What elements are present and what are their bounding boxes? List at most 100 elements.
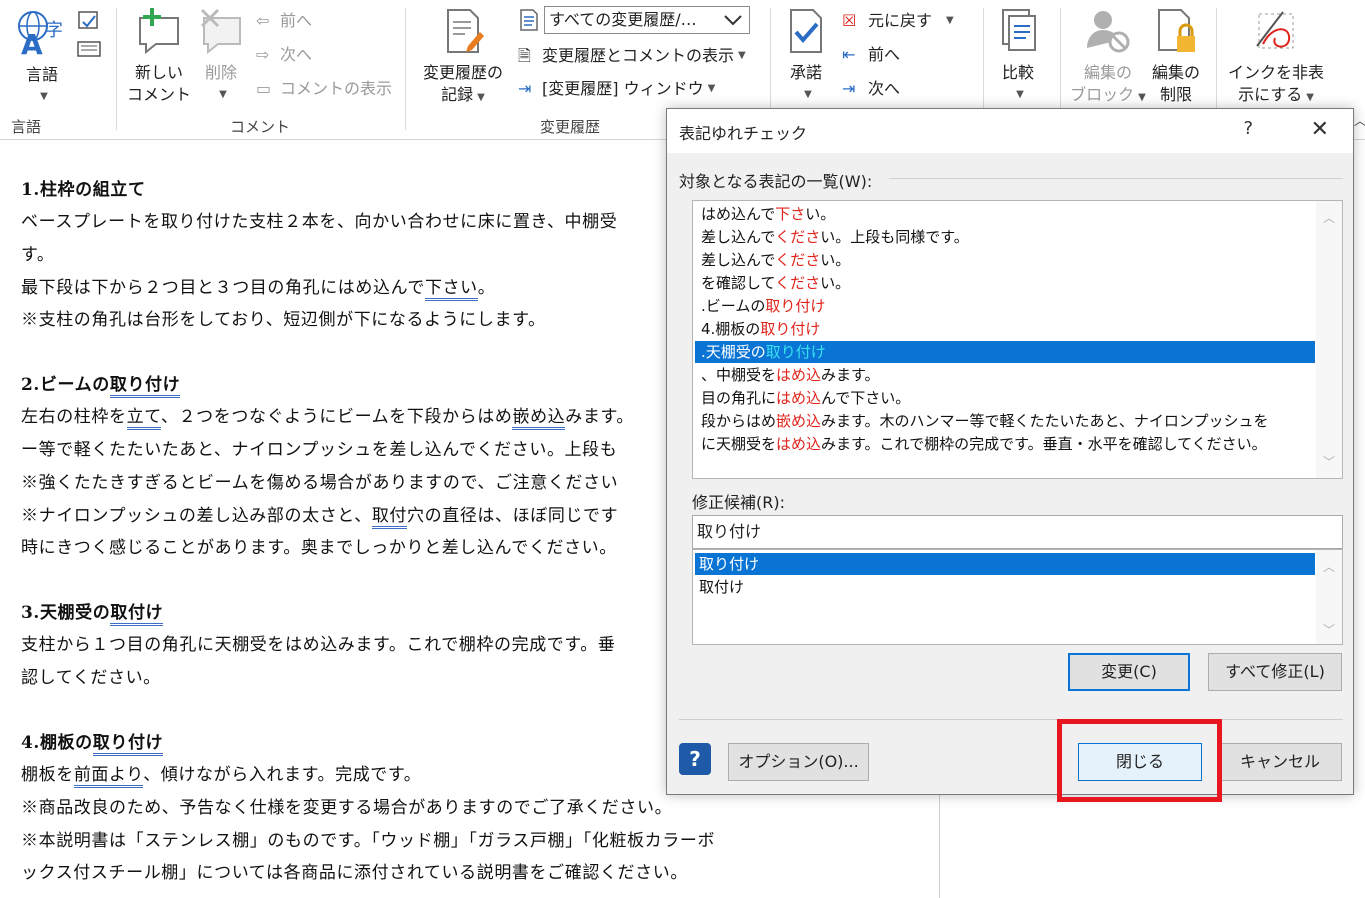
list-item[interactable]: を確認してください。 — [695, 272, 850, 294]
list-item[interactable]: に天棚受をはめ込みます。これで棚枠の完成です。垂直・水平を確認してください。 — [695, 433, 1267, 455]
prev-comment-button[interactable]: ⇦ 前へ — [256, 8, 312, 34]
reject-button[interactable]: ☒ 元に戻す ▼ — [842, 8, 954, 34]
list-item[interactable]: 目の角孔にはめ込んで下さい。 — [695, 387, 910, 409]
list-item-variant: 嵌め込 — [776, 412, 822, 430]
cancel-button[interactable]: キャンセル — [1218, 743, 1342, 781]
list-item[interactable]: 段からはめ嵌め込みます。木のハンマー等で軽くたたいたあと、ナイロンプッシュを — [695, 410, 1269, 432]
next-comment-button[interactable]: ⇨ 次へ — [256, 42, 312, 68]
accept-button[interactable]: 承諾 ▼ — [776, 6, 836, 106]
prev-change-icon: ⇤ — [842, 45, 856, 64]
variant-list[interactable]: はめ込んで下さい。 差し込んでください。上段も同様です。 差し込んでください。 を確認… — [692, 200, 1343, 479]
list-item-text: い。 — [820, 274, 851, 292]
new-comment-label-1: 新しい — [134, 63, 183, 82]
language-icon: A 字 — [18, 11, 63, 61]
prev-change-label: 前へ — [868, 45, 901, 64]
delete-comment-button[interactable]: 削除 ▼ — [192, 6, 250, 106]
scroll-up-icon[interactable]: ︿ — [1323, 209, 1335, 226]
dialog-title: 表記ゆれチェック — [679, 124, 808, 143]
prev-change-button[interactable]: ⇤ 前へ — [842, 42, 900, 68]
flagged-word[interactable]: 立て — [126, 407, 161, 430]
list-item[interactable]: 取付け — [695, 576, 744, 598]
paragraph: ー等で軽くたたいたあと、ナイロンプッシュを差し込んでください。上段も — [21, 440, 618, 460]
accept-icon — [790, 9, 822, 53]
paragraph: 最下段は下から２つ目と３つ目の角孔にはめ込んで下さい。 — [21, 273, 495, 301]
markup-view-icon — [520, 9, 538, 31]
block-authors-button[interactable]: 編集の ブロック ▼ — [1068, 6, 1148, 109]
flagged-word[interactable]: 取り付け — [92, 733, 164, 756]
reviewing-pane-button[interactable]: ⇥ [変更履歴] ウィンドウ ▼ — [518, 76, 715, 102]
block-authors-label-1: 編集の — [1083, 63, 1132, 82]
list-item-text: 4.棚板の — [701, 320, 761, 338]
hide-ink-button[interactable]: インクを非表 示にする ▼ — [1224, 6, 1328, 109]
next-change-label: 次へ — [868, 79, 901, 98]
show-comments-label: コメントの表示 — [280, 79, 393, 98]
block-authors-label-2: ブロック — [1070, 85, 1135, 104]
next-comment-label: 次へ — [280, 45, 313, 64]
close-icon[interactable]: ✕ — [1311, 117, 1329, 142]
candidate-list[interactable]: 取り付け 取付け ︿ ﹀ — [692, 549, 1343, 645]
next-change-icon: ⇥ — [842, 79, 856, 98]
list-item-text: はめ込んで — [701, 205, 776, 223]
flagged-word[interactable]: 嵌め込 — [512, 407, 566, 430]
flagged-word[interactable]: 前面より — [73, 765, 144, 788]
help-icon[interactable]: ? — [1243, 118, 1253, 139]
chevron-down-icon: ▼ — [1138, 92, 1146, 103]
help-icon[interactable]: ? — [679, 743, 711, 775]
delete-comment-label: 削除 — [204, 63, 237, 82]
scrollbar[interactable]: ︿ ﹀ — [1316, 550, 1342, 644]
compare-icon — [1002, 9, 1036, 51]
next-change-button[interactable]: ⇥ 次へ — [842, 76, 900, 102]
list-item[interactable]: .ビームの取り付け — [695, 295, 825, 317]
keyboard-icon[interactable] — [76, 10, 102, 62]
compare-button[interactable]: 比較 ▼ — [990, 6, 1046, 106]
highlight-box — [1057, 719, 1222, 802]
show-markup-button[interactable]: 🗎 変更履歴とコメントの表示 ▼ — [518, 43, 746, 69]
restrict-editing-button[interactable]: 編集の 制限 — [1148, 6, 1204, 106]
list-item-text: を確認して — [701, 274, 776, 292]
delete-comment-icon — [200, 8, 241, 55]
reviewing-pane-icon: ⇥ — [518, 79, 532, 98]
list-item[interactable]: 、中棚受をはめ込みます。 — [695, 364, 880, 386]
show-comments-button[interactable]: ▭ コメントの表示 — [256, 76, 392, 102]
reject-icon: ☒ — [842, 11, 857, 30]
flagged-word[interactable]: 取付け — [110, 603, 164, 626]
flagged-word[interactable]: 取り付け — [109, 375, 181, 398]
flagged-word[interactable]: 取付 — [371, 506, 408, 529]
list-item-text: 差し込んで — [701, 228, 776, 246]
list-item-variant: くださ — [775, 251, 821, 269]
options-button[interactable]: オプション(O)... — [728, 743, 869, 781]
scroll-down-icon[interactable]: ﹀ — [1323, 621, 1335, 638]
paragraph: ※商品改良のため、予告なく仕様を変更する場合がありますのでご了承ください。 — [21, 798, 673, 818]
list-item[interactable]: 差し込んでください。 — [695, 249, 850, 271]
scroll-down-icon[interactable]: ﹀ — [1323, 453, 1335, 470]
group-label-tracking: 変更履歴 — [539, 118, 600, 136]
scroll-up-icon[interactable]: ︿ — [1323, 558, 1335, 575]
list-item-text: 差し込んで — [701, 251, 776, 269]
track-changes-button[interactable]: 変更履歴の 記録 ▼ — [414, 6, 512, 109]
language-button[interactable]: A 字 言語 ▼ — [10, 6, 74, 108]
scrollbar[interactable]: ︿ ﹀ — [1316, 201, 1342, 478]
list-item-variant: はめ込 — [776, 435, 822, 453]
flagged-word[interactable]: 下さい — [424, 278, 478, 301]
reject-label: 元に戻す — [868, 11, 933, 30]
prev-comment-icon: ⇦ — [256, 11, 270, 30]
collapse-ribbon-icon[interactable]: ︿ — [1354, 112, 1365, 129]
paragraph: す。 — [21, 245, 55, 265]
candidate-input[interactable]: 取り付け — [692, 515, 1343, 549]
list-item[interactable]: .天棚受の取り付け — [695, 341, 1315, 363]
markup-view-dropdown[interactable]: すべての変更履歴/… — [544, 6, 750, 34]
track-changes-label-1: 変更履歴の — [422, 63, 503, 82]
list-item[interactable]: 取り付け — [695, 553, 1315, 575]
new-comment-button[interactable]: 新しい コメント — [126, 6, 192, 106]
list-item[interactable]: 4.棚板の取り付け — [695, 318, 820, 340]
list-item-text: みます。木のハンマー等で軽くたたいたあと、ナイロンプッシュを — [821, 412, 1269, 430]
change-button[interactable]: 変更(C) — [1068, 653, 1190, 691]
show-markup-icon: 🗎 — [518, 46, 531, 65]
list-item-variant: くださ — [775, 274, 821, 292]
dialog-title-bar[interactable]: 表記ゆれチェック ? ✕ — [667, 109, 1353, 153]
list-item-text: い。上段も同様です。 — [820, 228, 969, 246]
list-item-variant: 取り付け — [760, 320, 821, 338]
list-item[interactable]: 差し込んでください。上段も同様です。 — [695, 226, 969, 248]
list-item[interactable]: はめ込んで下さい。 — [695, 203, 835, 225]
change-all-button[interactable]: すべて修正(L) — [1208, 653, 1342, 691]
